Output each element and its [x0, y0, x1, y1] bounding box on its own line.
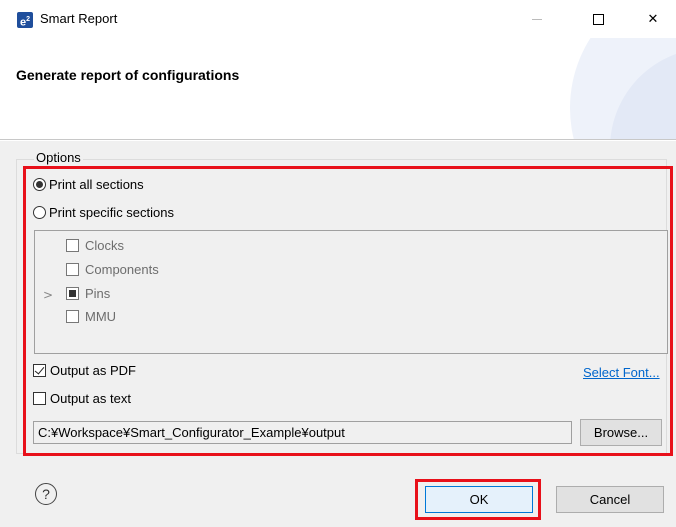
browse-button[interactable]: Browse...	[580, 419, 662, 446]
tree-item-mmu[interactable]: MMU	[66, 309, 116, 324]
help-icon[interactable]: ?	[35, 483, 57, 505]
output-pdf-checkbox[interactable]: Output as PDF	[33, 363, 136, 378]
tree-item-components[interactable]: Components	[66, 262, 159, 277]
output-pdf-label: Output as PDF	[50, 363, 136, 378]
title-bar: e2 Smart Report ✕	[0, 0, 676, 38]
checkbox-icon	[66, 310, 79, 323]
print-all-radio[interactable]: Print all sections	[33, 177, 144, 192]
options-legend: Options	[34, 150, 83, 165]
expander-icon[interactable]: >	[43, 288, 53, 302]
page-title: Generate report of configurations	[16, 67, 240, 83]
checkbox-icon	[66, 263, 79, 276]
output-path-field[interactable]: C:¥Workspace¥Smart_Configurator_Example¥…	[33, 421, 572, 444]
maximize-icon	[592, 13, 604, 25]
dialog-header: Generate report of configurations	[0, 38, 676, 140]
output-text-checkbox[interactable]: Output as text	[33, 391, 131, 406]
checkbox-checked-icon	[33, 364, 46, 377]
maximize-button[interactable]	[575, 0, 621, 38]
app-icon: e2	[17, 12, 33, 29]
close-button[interactable]: ✕	[630, 0, 676, 38]
checkbox-partial-icon	[66, 287, 79, 300]
sections-tree: Clocks Components > Pins MMU	[34, 230, 668, 354]
print-specific-radio[interactable]: Print specific sections	[33, 205, 174, 220]
print-specific-label: Print specific sections	[49, 205, 174, 220]
output-text-label: Output as text	[50, 391, 131, 406]
radio-selected-icon	[33, 178, 46, 191]
window-title: Smart Report	[40, 11, 118, 26]
close-icon: ✕	[647, 11, 659, 27]
print-all-label: Print all sections	[49, 177, 144, 192]
select-font-link[interactable]: Select Font...	[583, 365, 660, 380]
tree-item-pins[interactable]: Pins	[66, 286, 110, 301]
checkbox-icon	[33, 392, 46, 405]
cancel-button[interactable]: Cancel	[556, 486, 664, 513]
minimize-button[interactable]	[514, 0, 560, 38]
minimize-icon	[532, 18, 542, 20]
radio-unselected-icon	[33, 206, 46, 219]
checkbox-icon	[66, 239, 79, 252]
tree-item-clocks[interactable]: Clocks	[66, 238, 124, 253]
dialog-body: Options Print all sections Print specifi…	[0, 141, 676, 527]
ok-button[interactable]: OK	[425, 486, 533, 513]
